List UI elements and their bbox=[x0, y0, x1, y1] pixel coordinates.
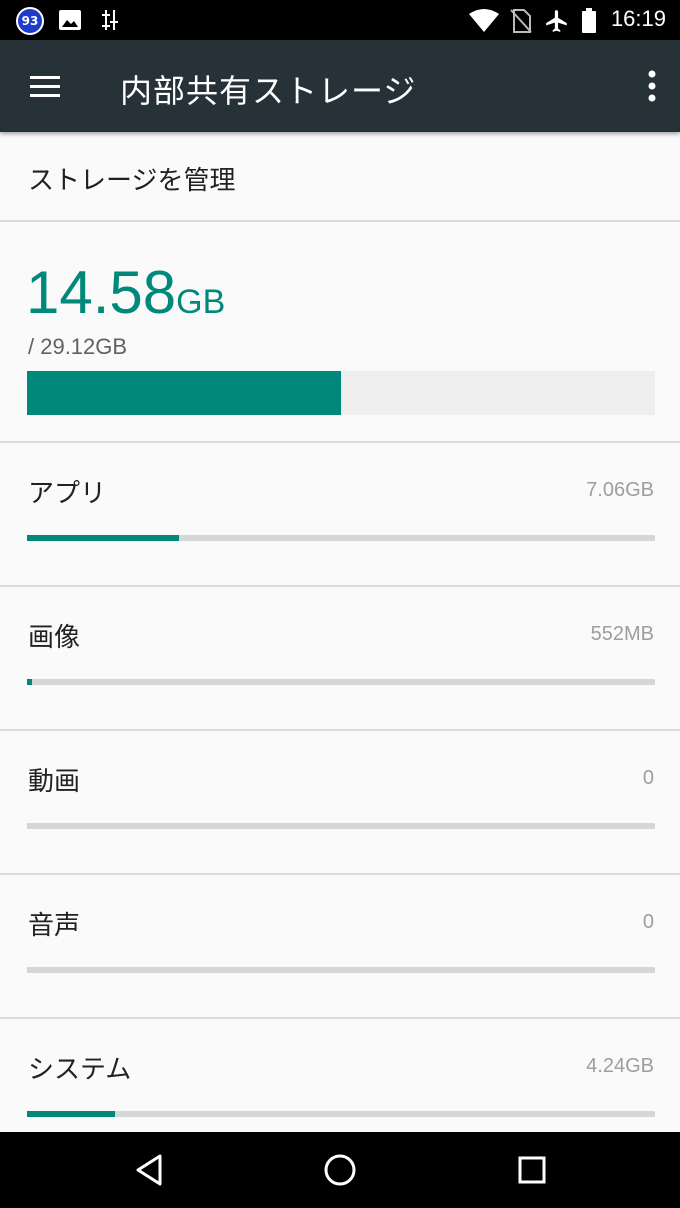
category-bar-fill bbox=[27, 679, 33, 685]
more-vert-icon[interactable] bbox=[642, 66, 662, 106]
category-label: 動画 bbox=[28, 767, 81, 797]
category-size: 552MB bbox=[590, 623, 654, 645]
battery-icon bbox=[582, 8, 596, 33]
wifi-icon bbox=[469, 9, 499, 32]
app-bar: 内部共有ストレージ bbox=[0, 40, 680, 132]
category-label: 音声 bbox=[28, 911, 81, 941]
page-title: 内部共有ストレージ bbox=[120, 72, 417, 110]
category-size: 7.06GB bbox=[586, 479, 654, 501]
category-apps[interactable]: アプリ 7.06GB bbox=[0, 443, 680, 587]
used-storage: 14.58GB bbox=[26, 258, 225, 327]
total-storage: / 29.12GB bbox=[28, 334, 128, 359]
category-size: 4.24GB bbox=[586, 1055, 654, 1077]
category-label: アプリ bbox=[28, 479, 107, 509]
manage-storage-item[interactable]: ストレージを管理 bbox=[0, 132, 680, 222]
airplane-icon bbox=[546, 10, 567, 32]
notification-badge: 93 bbox=[16, 7, 44, 35]
category-images[interactable]: 画像 552MB bbox=[0, 587, 680, 731]
back-icon[interactable] bbox=[130, 1150, 170, 1190]
category-bar bbox=[27, 823, 655, 829]
recents-icon[interactable] bbox=[512, 1150, 552, 1190]
status-time: 16:19 bbox=[610, 6, 666, 31]
used-value: 14.58 bbox=[26, 259, 177, 326]
category-bar bbox=[27, 967, 655, 973]
category-bar-fill bbox=[27, 535, 179, 541]
home-icon[interactable] bbox=[320, 1150, 360, 1190]
category-videos[interactable]: 動画 0 bbox=[0, 731, 680, 875]
status-bar: 93 16:19 bbox=[0, 0, 680, 40]
storage-usage-fill bbox=[27, 371, 341, 415]
category-size: 0 bbox=[642, 911, 654, 933]
manage-storage-label: ストレージを管理 bbox=[28, 166, 236, 196]
storage-usage-bar bbox=[27, 371, 655, 415]
category-bar-fill bbox=[27, 1111, 115, 1117]
category-bar bbox=[27, 535, 655, 541]
used-unit: GB bbox=[176, 283, 226, 321]
category-label: システム bbox=[28, 1055, 132, 1085]
gallery-icon bbox=[59, 10, 81, 30]
navigation-bar bbox=[0, 1132, 680, 1208]
category-audio[interactable]: 音声 0 bbox=[0, 875, 680, 1019]
category-bar bbox=[27, 1111, 655, 1117]
category-bar bbox=[27, 679, 655, 685]
no-sim-icon bbox=[510, 9, 532, 33]
menu-icon[interactable] bbox=[24, 68, 70, 104]
category-label: 画像 bbox=[28, 623, 81, 653]
category-size: 0 bbox=[642, 767, 654, 789]
storage-summary: 14.58GB / 29.12GB bbox=[0, 222, 680, 443]
usb-debug-icon bbox=[102, 10, 118, 30]
